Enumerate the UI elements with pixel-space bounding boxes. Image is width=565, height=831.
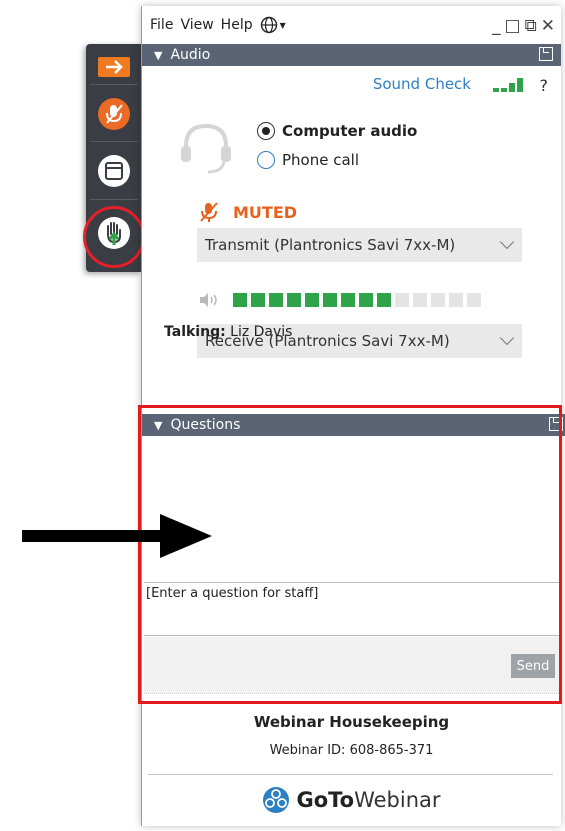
footer-divider: [148, 774, 553, 775]
volume-segment: [431, 293, 445, 307]
audio-panel-header[interactable]: ▼ Audio: [142, 44, 561, 66]
speaker-volume-meter: [199, 292, 485, 308]
webinar-title: Webinar Housekeeping: [253, 713, 450, 731]
volume-segment: [413, 293, 427, 307]
volume-segment: [305, 293, 319, 307]
audio-panel-body: Sound Check ? Computer audio Phone call: [142, 66, 561, 406]
gotowebinar-brand: GoTo Webinar: [142, 786, 561, 814]
phone-call-label: Phone call: [282, 151, 360, 169]
transmit-device-select[interactable]: Transmit (Plantronics Savi 7xx-M): [197, 228, 522, 262]
volume-segment: [359, 293, 373, 307]
phone-call-option[interactable]: Phone call: [257, 151, 359, 169]
arrow-right-icon: [98, 57, 130, 77]
collapse-triangle-icon[interactable]: ▼: [154, 49, 162, 62]
computer-audio-label: Computer audio: [282, 122, 418, 140]
window-icon: [98, 155, 130, 187]
expand-toolbar-button[interactable]: [86, 54, 142, 80]
menu-help[interactable]: Help: [221, 17, 253, 33]
restore-button[interactable]: □: [505, 16, 521, 36]
volume-segment: [377, 293, 391, 307]
close-button[interactable]: ✕: [541, 16, 555, 36]
speaker-icon: [200, 293, 217, 307]
chevron-down-icon: [499, 234, 515, 250]
chevron-down-icon: ▼: [279, 20, 286, 30]
volume-segment: [395, 293, 409, 307]
brand-webinar: Webinar: [354, 788, 441, 812]
audio-panel-title: Audio: [170, 47, 211, 63]
volume-segment: [449, 293, 463, 307]
annotation-arrow-icon: [22, 514, 212, 558]
chevron-down-icon: [499, 330, 515, 346]
audio-help-button[interactable]: ?: [540, 76, 549, 95]
muted-status: MUTED: [199, 201, 297, 223]
highlight-circle-annotation: [83, 206, 145, 268]
menu-file[interactable]: File: [150, 17, 173, 33]
computer-audio-radio[interactable]: [257, 122, 275, 140]
computer-audio-option[interactable]: Computer audio: [257, 122, 417, 140]
talking-name: Liz Davis: [230, 324, 293, 340]
talking-label: Talking:: [164, 324, 226, 340]
volume-segment: [323, 293, 337, 307]
gotowebinar-logo-icon: [263, 787, 290, 813]
sound-check-link[interactable]: Sound Check: [373, 75, 471, 93]
globe-icon: [260, 16, 277, 34]
mute-toggle-button[interactable]: [86, 90, 142, 138]
language-menu[interactable]: ▼: [260, 16, 286, 34]
minimize-button[interactable]: _: [492, 16, 501, 36]
talking-indicator: Talking: Liz Davis: [164, 324, 292, 340]
volume-segment: [269, 293, 283, 307]
show-panel-button[interactable]: [86, 147, 142, 195]
volume-segment: [287, 293, 301, 307]
muted-mic-icon: [98, 98, 130, 130]
menu-view[interactable]: View: [180, 17, 213, 33]
muted-mic-icon: [200, 202, 218, 222]
transmit-device-value: Transmit (Plantronics Savi 7xx-M): [205, 236, 456, 254]
brand-goto: GoTo: [296, 788, 355, 812]
webinar-id: Webinar ID: 608-865-371: [269, 743, 434, 758]
popout-icon[interactable]: [539, 47, 553, 61]
phone-call-radio[interactable]: [257, 151, 275, 169]
popout-button[interactable]: ⧉: [525, 16, 537, 36]
window-controls: _ □ ⧉ ✕: [492, 16, 555, 36]
signal-strength-icon: [493, 78, 523, 92]
volume-segment: [341, 293, 355, 307]
volume-segment: [233, 293, 247, 307]
headset-icon: [181, 123, 231, 174]
volume-segment: [467, 293, 481, 307]
volume-segment: [251, 293, 265, 307]
volume-level-bar: [233, 293, 485, 307]
muted-label: MUTED: [233, 202, 298, 222]
